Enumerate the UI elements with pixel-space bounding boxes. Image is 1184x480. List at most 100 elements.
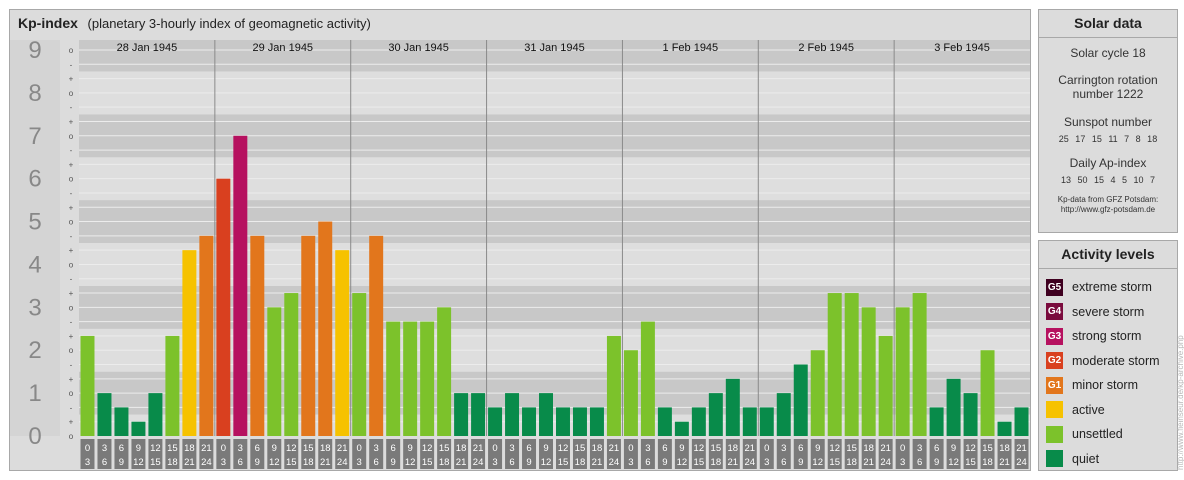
interval-start-label: 3 [238,443,243,454]
kp-bar [674,421,689,436]
interval-start-label: 9 [815,443,820,454]
interval-start-label: 0 [900,443,905,454]
interval-start-label: 0 [221,443,226,454]
interval-start-label: 12 [558,443,569,454]
y-subtick-label: - [70,318,73,327]
interval-start-label: 0 [492,443,497,454]
kp-bar [471,393,486,436]
legend-label: unsettled [1072,427,1123,442]
interval-start-label: 18 [592,443,603,454]
y-tick-label: 7 [28,123,41,150]
kp-bar [539,393,553,436]
y-subtick-label: o [69,175,74,184]
interval-end-label: 6 [374,457,379,468]
y-subtick-label: o [69,303,74,312]
y-subtick-label: - [70,403,73,412]
interval-end-label: 21 [592,457,603,468]
interval-end-label: 24 [337,457,348,468]
kp-bar [420,321,435,436]
interval-start-label: 6 [662,443,667,454]
interval-end-label: 3 [221,457,226,468]
y-subtick-label: o [69,46,74,55]
y-subtick-label: o [69,260,74,269]
y-subtick-label: + [69,418,74,427]
interval-start-label: 18 [999,443,1010,454]
interval-start-label: 18 [184,443,195,454]
y-tick-label: 2 [28,337,41,364]
interval-start-label: 12 [965,443,976,454]
y-subtick-label: - [70,103,73,112]
day-label: 28 Jan 1945 [117,42,178,54]
y-subtick-label: + [69,75,74,84]
kp-bar [301,235,316,436]
interval-start-label: 3 [781,443,786,454]
interval-start-label: 0 [85,443,90,454]
interval-end-label: 12 [541,457,552,468]
interval-end-label: 9 [934,457,939,468]
interval-end-label: 18 [167,457,178,468]
legend-label: extreme storm [1072,280,1152,295]
interval-end-label: 6 [781,457,786,468]
interval-end-label: 6 [917,457,922,468]
interval-start-label: 21 [745,443,756,454]
y-tick-label: 3 [28,294,41,321]
interval-end-label: 3 [628,457,633,468]
interval-start-label: 0 [357,443,362,454]
interval-end-label: 18 [303,457,314,468]
kp-bar [352,293,367,436]
legend-swatch [1046,425,1063,443]
interval-start-label: 6 [934,443,939,454]
kp-bar [827,293,842,436]
interval-start-label: 0 [628,443,633,454]
y-tick-label: 9 [28,37,41,64]
interval-start-label: 12 [829,443,840,454]
interval-start-label: 12 [286,443,297,454]
interval-end-label: 6 [102,457,107,468]
interval-start-label: 15 [167,443,178,454]
interval-end-label: 15 [829,457,840,468]
kp-bar-chart: 0123456789o+-o+-o+-o+-o+-o+-o+-o+-o+-o 28… [10,37,1030,469]
kp-bar [895,307,910,436]
interval-start-label: 15 [711,443,722,454]
kp-bar [80,335,95,436]
day-label: 3 Feb 1945 [934,42,990,54]
interval-end-label: 12 [948,457,959,468]
kp-bar [556,407,570,436]
y-subtick-label: o [69,389,74,398]
kp-bar [929,407,944,436]
kp-bar [454,393,469,436]
kp-bar [1014,407,1029,436]
y-tick-label: 4 [28,251,41,278]
interval-start-label: 9 [272,443,277,454]
interval-end-label: 3 [357,457,362,468]
interval-end-label: 15 [150,457,161,468]
legend-item: G5 extreme storm [1039,275,1177,300]
chart-header: Kp-index (planetary 3-hourly index of ge… [18,15,371,31]
day-label: 31 Jan 1945 [524,42,585,54]
interval-end-label: 6 [645,457,650,468]
kp-bar [759,407,774,436]
kp-bar [233,135,248,436]
legend-swatch: G2 [1046,352,1063,370]
y-subtick-label: + [69,160,74,169]
interval-start-label: 6 [255,443,260,454]
interval-start-label: 21 [201,443,212,454]
interval-end-label: 9 [798,457,803,468]
y-tick-label: 6 [28,166,41,193]
credit-link[interactable]: http://www.gfz-potsdam.de [1039,205,1177,215]
interval-start-label: 21 [473,443,484,454]
y-subtick-label: + [69,375,74,384]
day-label: 30 Jan 1945 [388,42,449,54]
credit-line1: Kp-data from GFZ Potsdam: [1057,195,1159,204]
interval-end-label: 12 [405,457,416,468]
interval-end-label: 12 [812,457,823,468]
interval-start-label: 15 [846,443,857,454]
interval-end-label: 18 [846,457,857,468]
interval-end-label: 9 [119,457,124,468]
kp-bar [589,407,604,436]
kp-bar [725,378,740,436]
y-subtick-label: - [70,146,73,155]
interval-end-label: 6 [509,457,514,468]
y-subtick-label: o [69,218,74,227]
y-tick-label: 5 [28,209,41,236]
